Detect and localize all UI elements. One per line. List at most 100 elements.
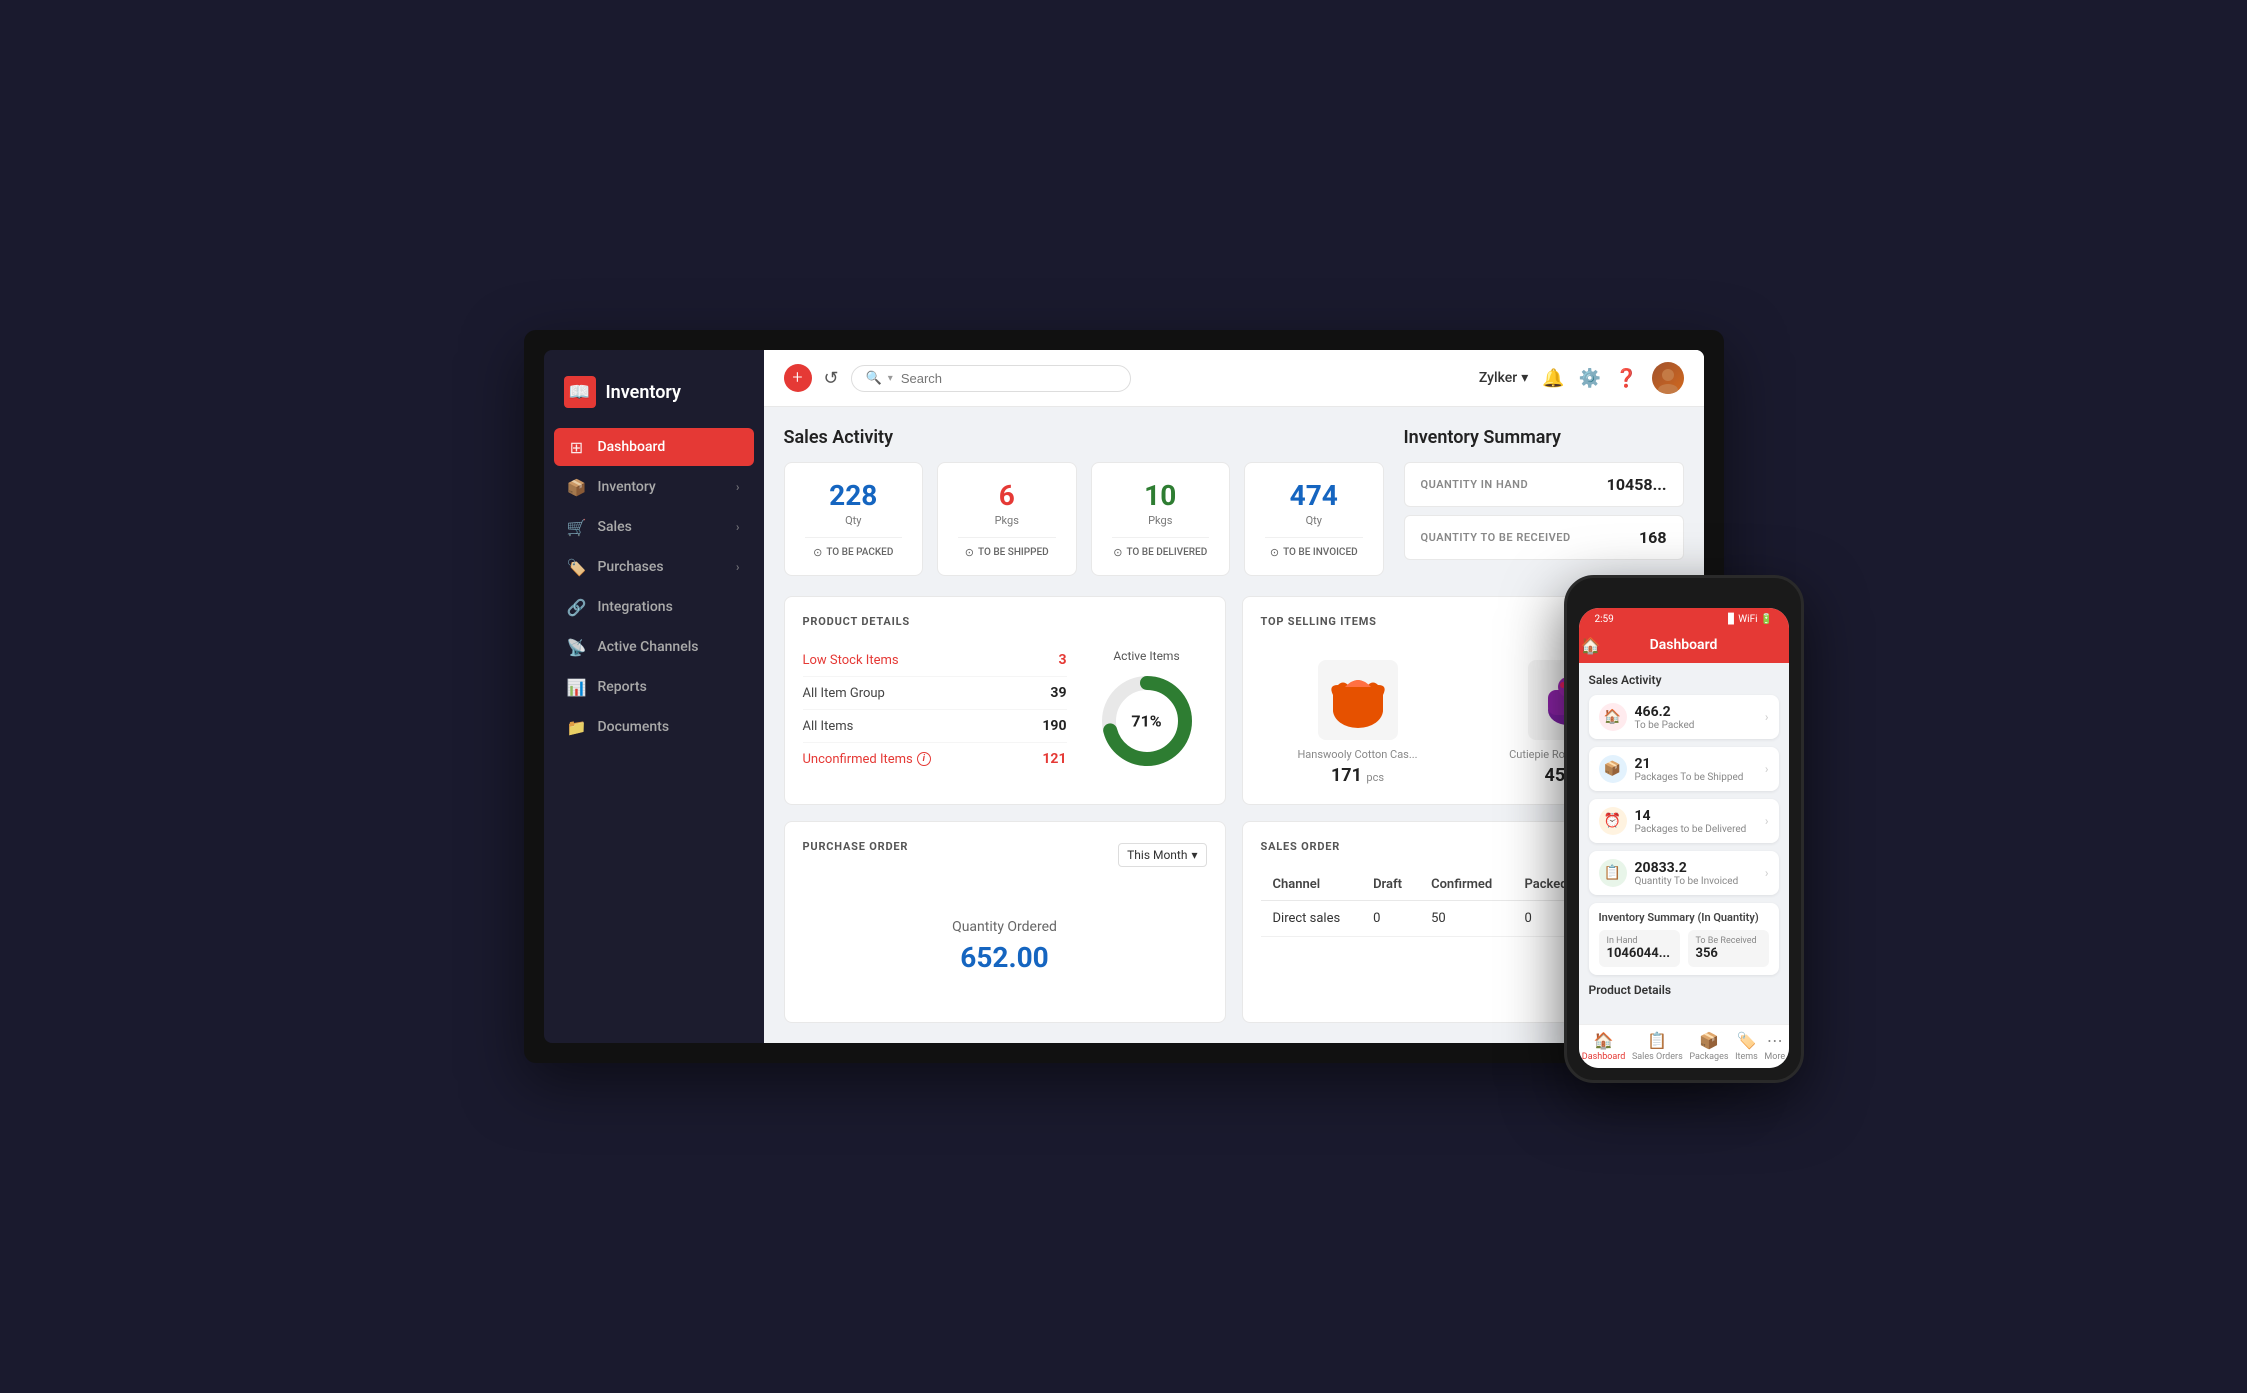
- sidebar-item-label: Integrations: [598, 599, 673, 615]
- info-icon[interactable]: i: [917, 752, 931, 766]
- top-item-1-name: Hanswooly Cotton Cas...: [1261, 748, 1455, 761]
- phone-nav-items-icon: 🏷️: [1737, 1031, 1757, 1050]
- sidebar-item-active-channels[interactable]: 📡 Active Channels: [554, 628, 754, 666]
- phone-content: Sales Activity 🏠 466.2 To be Packed › 📦 …: [1579, 663, 1789, 1024]
- truck-icon: ⊙: [965, 546, 974, 559]
- settings-icon[interactable]: ⚙️: [1579, 368, 1601, 389]
- documents-icon: 📁: [568, 718, 586, 736]
- top-item-1[interactable]: Hanswooly Cotton Cas... 171 pcs: [1261, 660, 1455, 786]
- phone-delivered-value: 14: [1635, 808, 1757, 824]
- phone-bottom-nav: 🏠 Dashboard 📋 Sales Orders 📦 Packages 🏷️…: [1579, 1024, 1789, 1068]
- phone-status-bar: 2:59 ▊ WiFi 🔋: [1579, 608, 1789, 631]
- delivered-card[interactable]: 10 Pkgs ⊙ TO BE DELIVERED: [1091, 462, 1231, 576]
- cell-confirmed: 50: [1419, 901, 1512, 937]
- purchases-icon: 🏷️: [568, 558, 586, 576]
- qty-in-hand-value: 10458...: [1607, 475, 1667, 494]
- search-bar[interactable]: 🔍 ▾: [851, 365, 1131, 392]
- logo-icon: 📖: [564, 376, 596, 408]
- qty-to-receive-value: 168: [1639, 528, 1667, 547]
- phone-time: 2:59: [1595, 614, 1614, 625]
- integrations-icon: 🔗: [568, 598, 586, 616]
- sidebar-item-purchases[interactable]: 🏷️ Purchases ›: [554, 548, 754, 586]
- phone-to-receive-label: To Be Received: [1696, 936, 1761, 946]
- sales-cards: 228 Qty ⊙ TO BE PACKED 6 Pkgs: [784, 462, 1384, 576]
- top-item-1-image: [1318, 660, 1398, 740]
- shipped-card[interactable]: 6 Pkgs ⊙ TO BE SHIPPED: [937, 462, 1077, 576]
- phone-nav-packages[interactable]: 📦 Packages: [1689, 1031, 1728, 1062]
- phone-nav-items[interactable]: 🏷️ Items: [1735, 1031, 1758, 1062]
- sidebar-item-label: Reports: [598, 679, 647, 695]
- phone-invoiced-label: Quantity To be Invoiced: [1635, 876, 1757, 887]
- main-content: + ↺ 🔍 ▾ Zylker ▾ 🔔 ⚙️ ❓: [764, 350, 1704, 1043]
- cell-draft: 0: [1361, 901, 1419, 937]
- phone-activity-1[interactable]: 🏠 466.2 To be Packed ›: [1589, 695, 1779, 739]
- phone-nav-dashboard-icon: 🏠: [1594, 1031, 1614, 1050]
- topbar: + ↺ 🔍 ▾ Zylker ▾ 🔔 ⚙️ ❓: [764, 350, 1704, 407]
- sidebar-item-label: Purchases: [598, 559, 664, 575]
- phone-dashboard-title: Dashboard: [1650, 637, 1718, 653]
- phone-nav-packages-icon: 📦: [1699, 1031, 1719, 1050]
- phone-activity-3[interactable]: ⏰ 14 Packages to be Delivered ›: [1589, 799, 1779, 843]
- phone-activity-4[interactable]: 📋 20833.2 Quantity To be Invoiced ›: [1589, 851, 1779, 895]
- chevron-right-icon: ›: [1765, 866, 1769, 880]
- period-select[interactable]: This Month ▾: [1118, 843, 1206, 867]
- invoiced-card[interactable]: 474 Qty ⊙ TO BE INVOICED: [1244, 462, 1384, 576]
- phone-delivered-text: 14 Packages to be Delivered: [1635, 808, 1757, 835]
- search-input[interactable]: [901, 371, 1116, 386]
- dashboard: Sales Activity 228 Qty ⊙ TO BE PACKED: [764, 407, 1704, 1043]
- delivered-status: ⊙ TO BE DELIVERED: [1112, 546, 1210, 559]
- delivered-unit: Pkgs: [1112, 514, 1210, 527]
- sidebar-item-dashboard[interactable]: ⊞ Dashboard: [554, 428, 754, 466]
- phone-packed-label: To be Packed: [1635, 720, 1757, 731]
- period-dropdown-icon: ▾: [1191, 848, 1197, 862]
- inventory-summary-section: Inventory Summary QUANTITY IN HAND 10458…: [1404, 427, 1684, 576]
- product-stats: Low Stock Items 3 All Item Group 39 All …: [803, 644, 1067, 775]
- col-confirmed: Confirmed: [1419, 869, 1512, 901]
- packed-card[interactable]: 228 Qty ⊙ TO BE PACKED: [784, 462, 924, 576]
- all-items-label: All Items: [803, 719, 854, 734]
- sidebar-item-inventory[interactable]: 📦 Inventory ›: [554, 468, 754, 506]
- phone-packed-text: 466.2 To be Packed: [1635, 704, 1757, 731]
- low-stock-row[interactable]: Low Stock Items 3: [803, 644, 1067, 677]
- col-channel: Channel: [1261, 869, 1362, 901]
- sidebar-item-reports[interactable]: 📊 Reports: [554, 668, 754, 706]
- channels-icon: 📡: [568, 638, 586, 656]
- history-icon[interactable]: ↺: [824, 368, 839, 389]
- sidebar-item-documents[interactable]: 📁 Documents: [554, 708, 754, 746]
- middle-section: PRODUCT DETAILS Low Stock Items 3 All It…: [784, 596, 1684, 805]
- all-items-value: 190: [1042, 718, 1066, 734]
- sidebar-item-sales[interactable]: 🛒 Sales ›: [554, 508, 754, 546]
- phone-inv-summary: Inventory Summary (In Quantity) In Hand …: [1589, 903, 1779, 975]
- search-dropdown-icon: ▾: [888, 373, 893, 384]
- phone-to-receive-box: To Be Received 356: [1688, 930, 1769, 967]
- company-name: Zylker: [1479, 370, 1517, 386]
- delivered-icon: ⊙: [1113, 546, 1122, 559]
- company-dropdown-icon: ▾: [1521, 370, 1528, 386]
- phone-nav-sales-orders[interactable]: 📋 Sales Orders: [1632, 1031, 1683, 1062]
- unconfirmed-row[interactable]: Unconfirmed Items i 121: [803, 743, 1067, 775]
- phone-activity-2[interactable]: 📦 21 Packages To be Shipped ›: [1589, 747, 1779, 791]
- donut-percent: 71%: [1131, 711, 1161, 730]
- chevron-right-icon: ›: [1765, 710, 1769, 724]
- company-selector[interactable]: Zylker ▾: [1479, 370, 1528, 386]
- topbar-right: Zylker ▾ 🔔 ⚙️ ❓: [1479, 362, 1684, 394]
- phone-shipped-value: 21: [1635, 756, 1757, 772]
- phone-nav-more[interactable]: ⋯ More: [1764, 1031, 1785, 1062]
- help-icon[interactable]: ❓: [1615, 368, 1637, 389]
- phone-mockup: 2:59 ▊ WiFi 🔋 🏠 Dashboard Sales Activity…: [1564, 575, 1804, 1083]
- qty-in-hand-row: QUANTITY IN HAND 10458...: [1404, 462, 1684, 507]
- item-group-label: All Item Group: [803, 686, 885, 701]
- phone-nav-dashboard[interactable]: 🏠 Dashboard: [1582, 1031, 1626, 1062]
- phone-invoiced-text: 20833.2 Quantity To be Invoiced: [1635, 860, 1757, 887]
- sidebar-item-integrations[interactable]: 🔗 Integrations: [554, 588, 754, 626]
- sidebar-nav: ⊞ Dashboard 📦 Inventory › 🛒 Sales › 🏷️ P…: [544, 428, 764, 746]
- notifications-icon[interactable]: 🔔: [1542, 368, 1564, 389]
- check-circle-icon: ⊙: [813, 546, 822, 559]
- avatar[interactable]: [1652, 362, 1684, 394]
- purchase-order-card: PURCHASE ORDER This Month ▾ Quantity Ord…: [784, 821, 1226, 1023]
- phone-delivered-icon: ⏰: [1599, 807, 1627, 835]
- phone-in-hand-box: In Hand 1046044...: [1599, 930, 1680, 967]
- add-button[interactable]: +: [784, 364, 812, 392]
- phone-to-receive-value: 356: [1696, 946, 1761, 961]
- po-content: Quantity Ordered 652.00: [803, 889, 1207, 1004]
